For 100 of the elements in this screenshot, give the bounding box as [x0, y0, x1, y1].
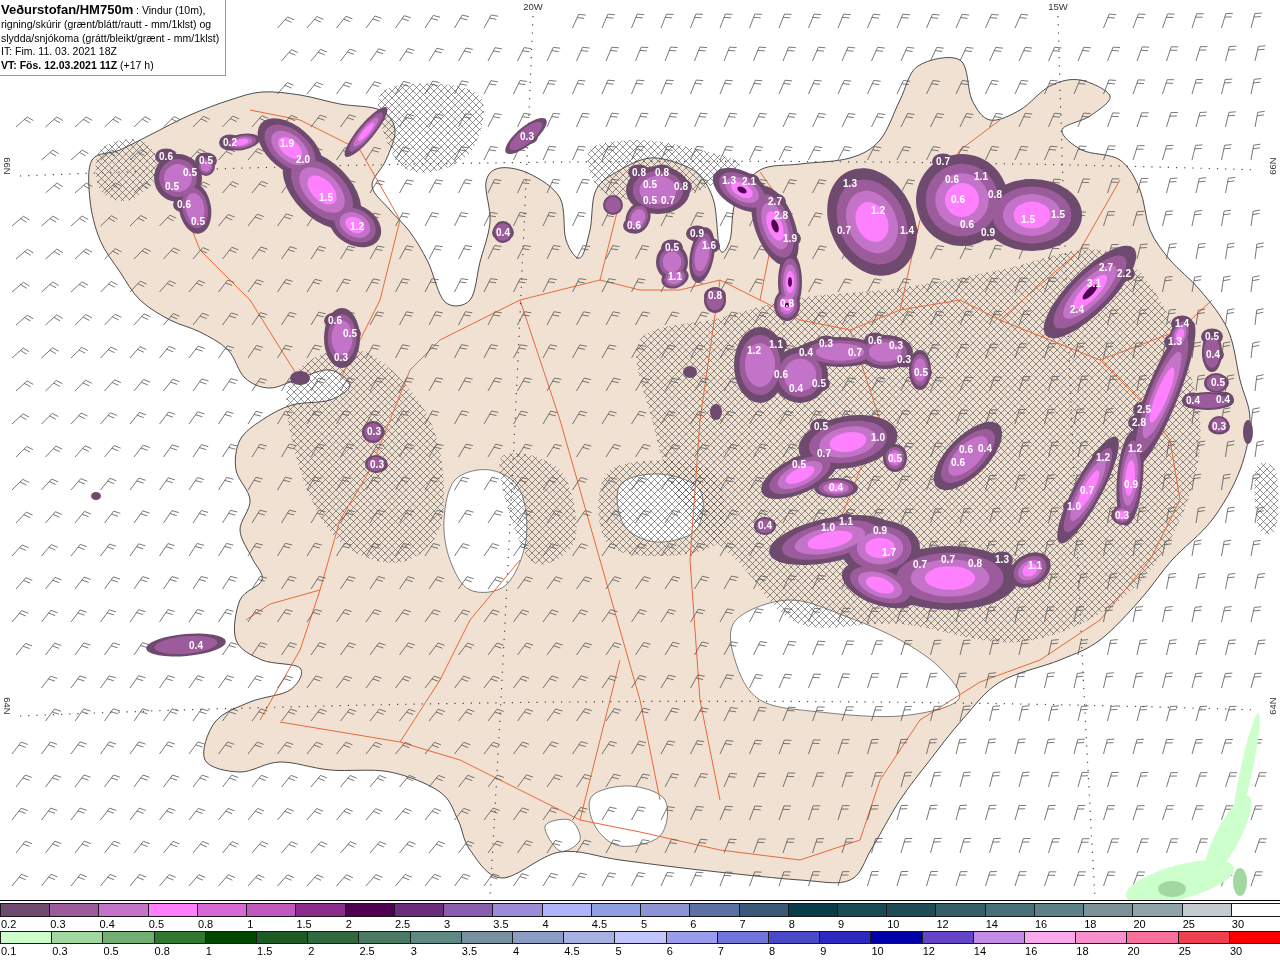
precipitation-value: 0.4	[496, 227, 510, 238]
longitude-label: 15W	[1048, 1, 1068, 12]
precipitation-value: 0.9	[981, 227, 995, 238]
legend-label: 18	[1075, 944, 1089, 958]
precipitation-value: 0.5	[199, 155, 213, 166]
precipitation-value: 1.2	[350, 221, 364, 232]
precipitation-value: 0.5	[165, 181, 179, 192]
precipitation-value: 1.2	[871, 205, 885, 216]
precipitation-value: 1.5	[319, 192, 333, 203]
precipitation-value: 0.8	[655, 167, 669, 178]
caption-line: IT: Fim. 11. 03. 2021 18Z	[1, 45, 118, 59]
precipitation-value: 0.6	[951, 194, 965, 205]
precipitation-value: 0.3	[370, 459, 384, 470]
precipitation-value: 1.0	[821, 522, 835, 533]
precipitation-value: 2.4	[1070, 304, 1084, 315]
legend-label: 2	[344, 917, 352, 931]
precipitation-value: 1.4	[1175, 318, 1189, 329]
precipitation-value: 0.5	[643, 195, 657, 206]
legend-label: 1	[204, 944, 212, 958]
precipitation-value: 1.3	[843, 178, 857, 189]
legend-label: 25	[1181, 917, 1195, 931]
legend-label: 12	[935, 917, 949, 931]
legend-label: 5	[614, 944, 622, 958]
legend-label: 9	[837, 917, 845, 931]
precipitation-value: 1.9	[280, 138, 294, 149]
legend-label: 12	[921, 944, 935, 958]
precipitation-value: 0.5	[1205, 331, 1219, 342]
precipitation-value: 0.5	[665, 242, 679, 253]
legend-label: 10	[886, 917, 900, 931]
legend-label: 7	[738, 917, 746, 931]
legend-label: 0.5	[102, 944, 119, 958]
legend-label: 16	[1024, 944, 1038, 958]
precipitation-value: 0.3	[897, 354, 911, 365]
precipitation-value: 0.5	[812, 378, 826, 389]
precipitation-value: 0.6	[328, 315, 342, 326]
legend-label: 0.3	[49, 917, 66, 931]
precipitation-value: 0.6	[959, 444, 973, 455]
caption-line: slydda/snjókoma (grátt/bleikt/grænt - mm/1klst)	[1, 31, 220, 46]
precipitation-value: 2.7	[768, 196, 782, 207]
precipitation-area	[710, 404, 722, 420]
legend-label: 18	[1083, 917, 1097, 931]
precipitation-value: 2.2	[1117, 268, 1131, 279]
precipitation-area	[683, 366, 697, 378]
precipitation-value: 0.7	[661, 195, 675, 206]
precipitation-area	[290, 371, 310, 385]
precipitation-value: 0.3	[520, 131, 534, 142]
precipitation-value: 0.5	[888, 453, 902, 464]
precipitation-value: 1.2	[1128, 443, 1142, 454]
precipitation-value: 1.3	[722, 175, 736, 186]
legend-label: 14	[984, 917, 998, 931]
precipitation-value: 0.9	[690, 228, 704, 239]
precipitation-value: 0.9	[873, 525, 887, 536]
legend-label: 4.5	[590, 917, 608, 931]
precipitation-value: 0.5	[643, 179, 657, 190]
precipitation-value: 0.4	[1186, 395, 1200, 406]
legend-label: 6	[665, 944, 673, 958]
latitude-label: 66N	[1267, 157, 1278, 175]
precipitation-value: 0.4	[1206, 349, 1220, 360]
legend-label: 1.5	[295, 917, 312, 931]
precipitation-value: 1.1	[1028, 560, 1042, 571]
legend-label: 30	[1228, 944, 1243, 958]
precipitation-value: 0.6	[868, 335, 882, 346]
precipitation-value: 0.5	[1211, 377, 1225, 388]
legend-label: 9	[819, 944, 827, 958]
precipitation-value: 0.8	[988, 189, 1002, 200]
legend-label: 14	[972, 944, 987, 958]
precipitation-value: 1.1	[839, 516, 853, 527]
legend-label: 3	[443, 917, 451, 931]
precipitation-value: 0.5	[814, 421, 828, 432]
legend-label: 4	[512, 944, 520, 958]
precipitation-value: 1.2	[1096, 452, 1110, 463]
legend-label: 1.5	[256, 944, 273, 958]
precipitation-value: 0.3	[367, 426, 381, 437]
precipitation-value: 1.0	[871, 432, 885, 443]
precipitation-value: 0.5	[792, 459, 806, 470]
precipitation-value: 2.0	[296, 154, 310, 165]
precipitation-value: 0.6	[177, 199, 191, 210]
precipitation-value: 0.4	[189, 640, 203, 651]
legend-label: 6	[689, 917, 697, 931]
legend-label: 0.2	[0, 917, 17, 931]
legend-label: 1	[246, 917, 254, 931]
precipitation-value: 2.7	[1099, 262, 1113, 273]
precipitation-value: 0.2	[223, 137, 237, 148]
caption-line: VT: Fös. 12.03.2021 11Z (+17 h)	[1, 58, 155, 73]
precipitation-value: 0.6	[951, 457, 965, 468]
precipitation-value: 0.8	[708, 290, 722, 301]
precipitation-value: 1.9	[783, 233, 797, 244]
precipitation-value: 0.8	[780, 298, 794, 309]
precipitation-value: 0.8	[968, 558, 982, 569]
precipitation-value: 1.3	[1168, 336, 1182, 347]
precipitation-value: 0.6	[945, 174, 959, 185]
precipitation-value: 1.6	[702, 240, 716, 251]
legend-label: 8	[787, 917, 795, 931]
precipitation-area	[91, 492, 101, 500]
legend-label: 25	[1177, 944, 1191, 958]
legend-label: 3	[409, 944, 417, 958]
legend-label: 5	[640, 917, 648, 931]
latitude-label: 66N	[2, 157, 13, 175]
legend-label: 20	[1132, 917, 1146, 931]
precipitation-area	[505, 117, 547, 155]
